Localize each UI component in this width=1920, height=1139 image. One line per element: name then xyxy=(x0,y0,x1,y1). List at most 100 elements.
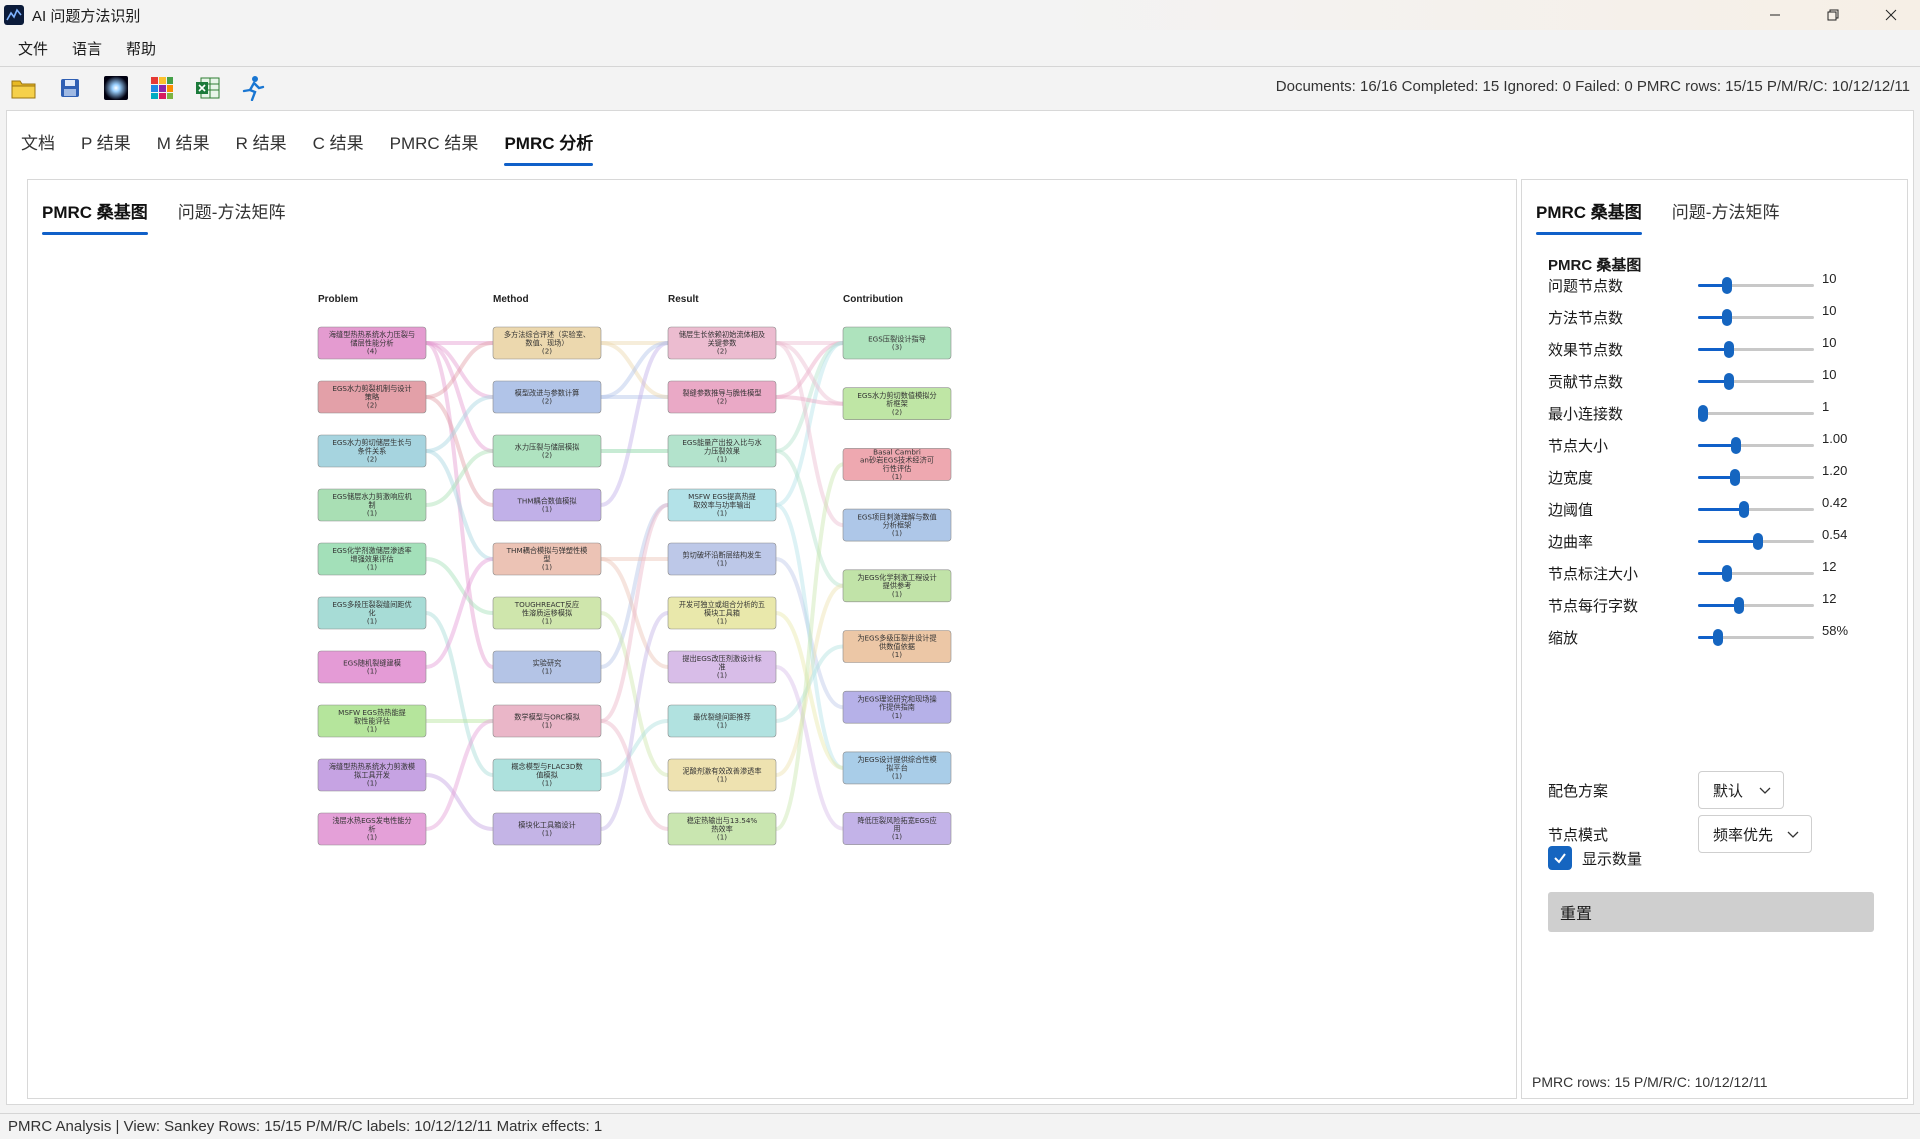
restore-button[interactable] xyxy=(1804,0,1862,30)
sankey-node-contribution[interactable]: 为EGS设计提供综合性模拟平台(1) xyxy=(842,751,952,785)
color-scheme-label: 配色方案 xyxy=(1548,782,1609,800)
slider-track[interactable] xyxy=(1698,501,1814,518)
ctrl-tab-matrix[interactable]: 问题-方法矩阵 xyxy=(1672,198,1780,235)
slider-track[interactable] xyxy=(1698,597,1814,614)
slider-thumb[interactable] xyxy=(1722,309,1732,326)
sankey-node-label: (2) xyxy=(367,401,377,410)
sankey-node-problem[interactable]: 浅层水热EGS发电性能分析(1) xyxy=(317,812,427,846)
slider-thumb[interactable] xyxy=(1753,533,1764,550)
sankey-node-method[interactable]: 水力压裂与储层模拟(2) xyxy=(492,434,602,468)
slider-thumb[interactable] xyxy=(1730,469,1741,486)
slider-track[interactable] xyxy=(1698,437,1814,454)
sankey-node-problem[interactable]: EGS随机裂缝建模(1) xyxy=(317,650,427,684)
color-scheme-select[interactable]: 默认 xyxy=(1698,771,1784,809)
sankey-node-contribution[interactable]: 为EGS化学刺激工程设计提供参考(1) xyxy=(842,569,952,603)
sankey-node-method[interactable]: 模块化工具箱设计(1) xyxy=(492,812,602,846)
sankey-node-problem[interactable]: EGS储层水力剪激响应机制(1) xyxy=(317,488,427,522)
sankey-node-method[interactable]: 数学模型与ORC模拟(1) xyxy=(492,704,602,738)
tab-c-results[interactable]: C 结果 xyxy=(313,129,364,166)
slider-track[interactable] xyxy=(1698,373,1814,390)
tab-m-results[interactable]: M 结果 xyxy=(157,129,210,166)
sankey-node-result[interactable]: 最优裂缝间距推荐(1) xyxy=(667,704,777,738)
sankey-node-result[interactable]: 提出EGS改压剂激设计标准(1) xyxy=(667,650,777,684)
slider-row: 边宽度 1.20 xyxy=(1548,463,1888,489)
slider-track[interactable] xyxy=(1698,629,1814,646)
sankey-node-problem[interactable]: 海缝型热热系统水力压裂与储层性能分析(4) xyxy=(317,326,427,360)
slider-track[interactable] xyxy=(1698,341,1814,358)
sankey-node-contribution[interactable]: EGS水力剪切数值模拟分析框架(2) xyxy=(842,387,952,420)
sankey-node-label: (1) xyxy=(892,529,902,538)
sankey-node-result[interactable]: 稳定热输出与13.54%热效率(1) xyxy=(667,812,777,846)
sankey-node-result[interactable]: 裂缝参数推导与脆性模型(2) xyxy=(667,380,777,414)
sankey-node-problem[interactable]: MSFW EGS热热能提取性能评估(1) xyxy=(317,704,427,738)
sankey-node-method[interactable]: THM耦合数值模拟(1) xyxy=(492,488,602,522)
sankey-node-result[interactable]: 泥酸剂激有效改善渗透率(1) xyxy=(667,758,777,792)
sankey-node-problem[interactable]: EGS水力剪裂机制与设计策略(2) xyxy=(317,380,427,414)
sankey-node-method[interactable]: TOUGHREACT反应性溶质运移模拟(1) xyxy=(492,596,602,630)
sankey-node-label: (1) xyxy=(892,650,902,659)
slider-thumb[interactable] xyxy=(1724,341,1735,358)
sankey-node-contribution[interactable]: 降低压裂风险拓宽EGS应用(1) xyxy=(842,812,952,845)
sankey-node-problem[interactable]: EGS化学剂激储层渗透率增强效果评估(1) xyxy=(317,542,427,576)
sankey-node-contribution[interactable]: Basal Cambrian砂岩EGS技术经济可行性评估(1) xyxy=(842,448,952,482)
tab-pmrc-results[interactable]: PMRC 结果 xyxy=(390,129,479,166)
slider-thumb[interactable] xyxy=(1697,405,1708,422)
slider-track[interactable] xyxy=(1697,405,1814,422)
column-header-result: Result xyxy=(668,294,699,305)
column-header-contribution: Contribution xyxy=(843,294,903,305)
slider-track[interactable] xyxy=(1698,565,1814,582)
run-icon[interactable] xyxy=(240,74,268,102)
slider-thumb[interactable] xyxy=(1724,373,1735,390)
sankey-node-method[interactable]: 模型改进与参数计算(2) xyxy=(492,380,602,414)
slider-thumb[interactable] xyxy=(1733,597,1744,614)
sankey-node-contribution[interactable]: 为EGS多级压裂井设计提供数值依据(1) xyxy=(842,630,952,663)
menu-file[interactable]: 文件 xyxy=(6,38,60,59)
folder-icon[interactable] xyxy=(10,74,38,102)
minimize-button[interactable] xyxy=(1746,0,1804,30)
sankey-node-contribution[interactable]: 为EGS理论研究和现场操作提供指南(1) xyxy=(842,690,952,724)
slider-row: 边阈值 0.42 xyxy=(1548,495,1888,521)
palette-grid-icon[interactable] xyxy=(148,74,176,102)
tab-r-results[interactable]: R 结果 xyxy=(236,129,287,166)
sankey-node-result[interactable]: MSFW EGS提高热提取效率与功率输出(1) xyxy=(667,488,777,522)
sankey-node-result[interactable]: 开发可独立或组合分析的五模块工具箱(1) xyxy=(667,596,777,630)
slider-track[interactable] xyxy=(1698,469,1814,486)
sankey-node-problem[interactable]: 海缝型热热系统水力剪激模拟工具开发(1) xyxy=(317,758,427,792)
slider-label: 方法节点数 xyxy=(1548,309,1624,327)
slider-thumb[interactable] xyxy=(1712,629,1723,646)
slider-thumb[interactable] xyxy=(1722,565,1732,582)
app-logo-icon xyxy=(4,5,24,25)
sankey-node-method[interactable]: 多方法综合评述（实验室、数值、现场）(2) xyxy=(492,326,602,360)
sankey-node-contribution[interactable]: EGS项目刺激理解与数值分析框架(1) xyxy=(842,508,952,542)
excel-icon[interactable] xyxy=(194,74,222,102)
node-mode-select[interactable]: 频率优先 xyxy=(1698,815,1812,853)
slider-track[interactable] xyxy=(1698,533,1814,550)
reset-button[interactable]: 重置 xyxy=(1548,892,1874,932)
slider-track[interactable] xyxy=(1698,309,1814,326)
close-button[interactable] xyxy=(1862,0,1920,30)
sankey-node-result[interactable]: 储层生长依赖初始流体相及关键参数(2) xyxy=(667,326,777,360)
sankey-node-method[interactable]: 概念模型与FLAC3D数值模拟(1) xyxy=(492,758,602,792)
slider-thumb[interactable] xyxy=(1731,437,1742,454)
tab-p-results[interactable]: P 结果 xyxy=(81,129,131,166)
sankey-node-result[interactable]: 剪切破坏沿断层结构发生(1) xyxy=(667,542,777,576)
save-icon[interactable] xyxy=(56,74,84,102)
menu-help[interactable]: 帮助 xyxy=(114,38,168,59)
ctrl-tab-sankey[interactable]: PMRC 桑基图 xyxy=(1536,198,1642,235)
show-counts-checkbox[interactable] xyxy=(1548,846,1572,870)
sankey-node-problem[interactable]: EGS水力剪切储层生长与条件关系(2) xyxy=(317,434,427,468)
sankey-node-problem[interactable]: EGS多段压裂裂缝间距优化(1) xyxy=(317,596,427,630)
glow-icon[interactable] xyxy=(102,74,130,102)
slider-thumb[interactable] xyxy=(1722,277,1732,294)
tab-documents[interactable]: 文档 xyxy=(21,129,55,166)
slider-thumb[interactable] xyxy=(1739,501,1750,518)
sankey-node-contribution[interactable]: EGS压裂设计指导(3) xyxy=(842,326,952,360)
menu-language[interactable]: 语言 xyxy=(60,38,114,59)
sankey-node-method[interactable]: THM耦合模拟与弹塑性模型(1) xyxy=(492,542,602,576)
tab-pmrc-analysis[interactable]: PMRC 分析 xyxy=(504,129,593,166)
sankey-node-method[interactable]: 实验研究(1) xyxy=(492,650,602,684)
slider-value: 10 xyxy=(1822,303,1837,318)
sankey-node-result[interactable]: EGS能量产出投入比与水力压裂效果(1) xyxy=(667,434,777,468)
slider-track[interactable] xyxy=(1698,277,1814,294)
sankey-node-label: (2) xyxy=(367,455,377,464)
